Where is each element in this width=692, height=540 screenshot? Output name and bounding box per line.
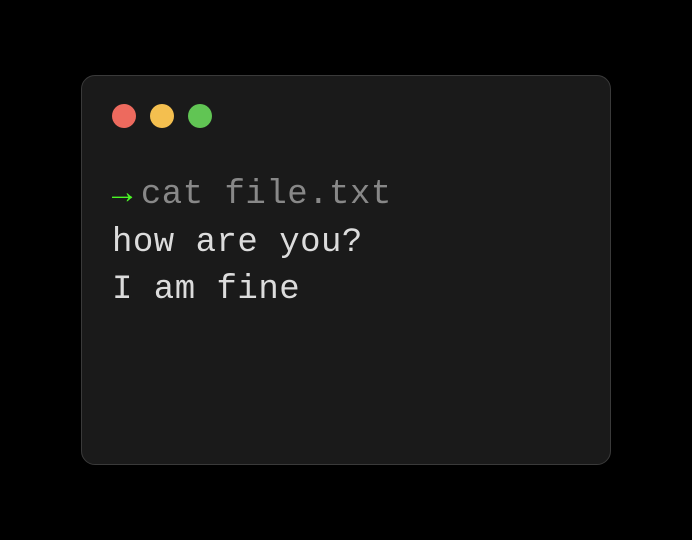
close-icon[interactable]	[112, 104, 136, 128]
output-line: I am fine	[112, 267, 580, 315]
prompt-arrow-icon: →	[112, 176, 133, 214]
maximize-icon[interactable]	[188, 104, 212, 128]
terminal-body[interactable]: →cat file.txt how are you? I am fine	[112, 172, 580, 315]
window-titlebar	[112, 104, 580, 128]
minimize-icon[interactable]	[150, 104, 174, 128]
output-line: how are you?	[112, 220, 580, 268]
command-text: cat file.txt	[141, 176, 392, 214]
terminal-window: →cat file.txt how are you? I am fine	[81, 75, 611, 465]
command-line: →cat file.txt	[112, 172, 580, 220]
